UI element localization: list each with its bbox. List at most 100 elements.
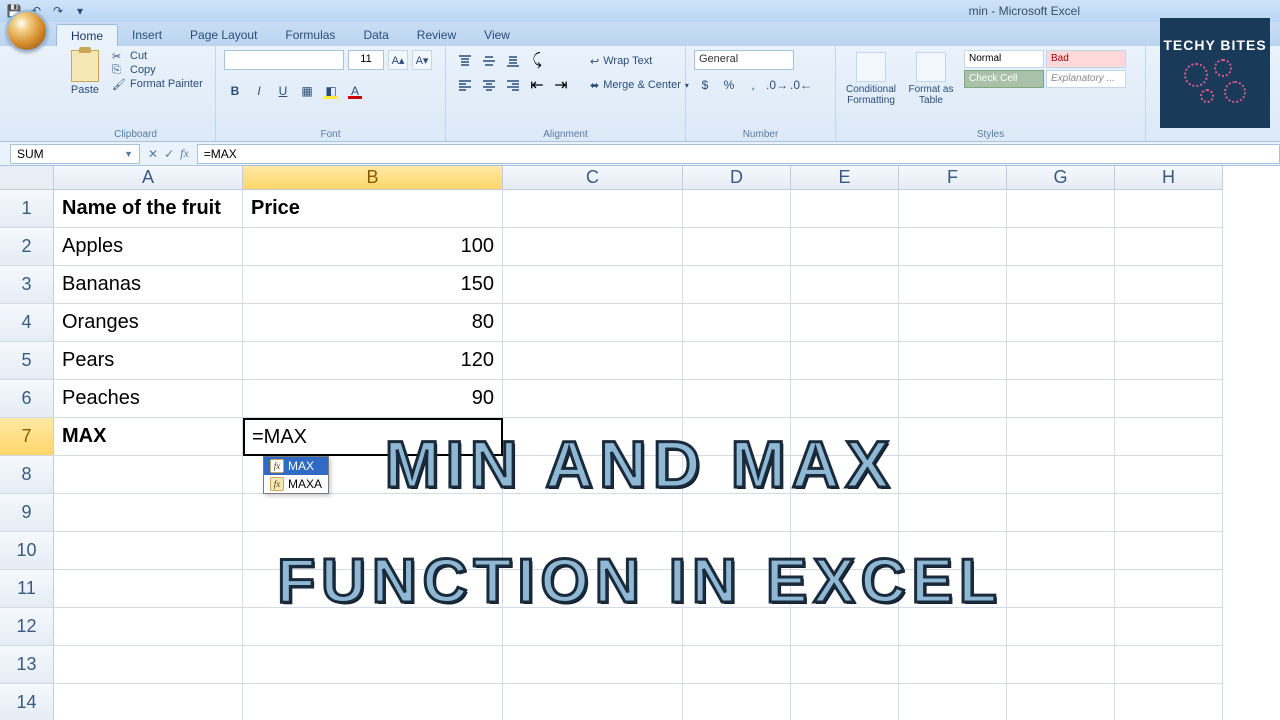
cell-A13[interactable] — [54, 646, 243, 684]
cell-H11[interactable] — [1115, 570, 1223, 608]
cell-C13[interactable] — [503, 646, 683, 684]
font-color-button[interactable]: A — [344, 80, 366, 102]
cell-D2[interactable] — [683, 228, 791, 266]
row-header-10[interactable]: 10 — [0, 532, 54, 570]
cell-A6[interactable]: Peaches — [54, 380, 243, 418]
fx-icon[interactable]: fx — [180, 146, 189, 161]
cell-H9[interactable] — [1115, 494, 1223, 532]
fill-color-button[interactable]: ◧ — [320, 80, 342, 102]
cell-D5[interactable] — [683, 342, 791, 380]
font-size-select[interactable]: 11 — [348, 50, 384, 70]
cell-H8[interactable] — [1115, 456, 1223, 494]
row-header-5[interactable]: 5 — [0, 342, 54, 380]
merge-center-button[interactable]: ⬌Merge & Center▾ — [586, 74, 693, 96]
cell-F12[interactable] — [899, 608, 1007, 646]
grow-font-button[interactable]: A▴ — [388, 50, 408, 70]
number-format-select[interactable]: General — [694, 50, 794, 70]
row-header-6[interactable]: 6 — [0, 380, 54, 418]
cell-E2[interactable] — [791, 228, 899, 266]
cell-A8[interactable] — [54, 456, 243, 494]
cell-F1[interactable] — [899, 190, 1007, 228]
row-header-8[interactable]: 8 — [0, 456, 54, 494]
font-name-select[interactable] — [224, 50, 344, 70]
cell-A4[interactable]: Oranges — [54, 304, 243, 342]
cell-B11[interactable] — [243, 570, 503, 608]
cell-A14[interactable] — [54, 684, 243, 720]
tab-home[interactable]: Home — [56, 24, 118, 46]
cell-H10[interactable] — [1115, 532, 1223, 570]
select-all-corner[interactable] — [0, 166, 54, 190]
cell-H12[interactable] — [1115, 608, 1223, 646]
cell-B3[interactable]: 150 — [243, 266, 503, 304]
row-header-2[interactable]: 2 — [0, 228, 54, 266]
name-box[interactable]: SUM ▼ — [10, 144, 140, 164]
cell-G7[interactable] — [1007, 418, 1115, 456]
column-header-H[interactable]: H — [1115, 166, 1223, 190]
row-header-14[interactable]: 14 — [0, 684, 54, 720]
cell-E8[interactable] — [791, 456, 899, 494]
cell-F2[interactable] — [899, 228, 1007, 266]
tab-page-layout[interactable]: Page Layout — [176, 24, 271, 46]
align-bottom-button[interactable] — [502, 50, 524, 72]
cell-E10[interactable] — [791, 532, 899, 570]
cell-B5[interactable]: 120 — [243, 342, 503, 380]
cell-style-bad[interactable]: Bad — [1046, 50, 1126, 68]
cell-G12[interactable] — [1007, 608, 1115, 646]
cell-A10[interactable] — [54, 532, 243, 570]
autocomplete-item-max[interactable]: fxMAX — [264, 457, 328, 475]
cell-E12[interactable] — [791, 608, 899, 646]
tab-insert[interactable]: Insert — [118, 24, 176, 46]
cell-C1[interactable] — [503, 190, 683, 228]
cell-F13[interactable] — [899, 646, 1007, 684]
cell-C10[interactable] — [503, 532, 683, 570]
underline-button[interactable]: U — [272, 80, 294, 102]
cell-F7[interactable] — [899, 418, 1007, 456]
cell-H1[interactable] — [1115, 190, 1223, 228]
cell-C8[interactable] — [503, 456, 683, 494]
increase-indent-button[interactable]: ⇥ — [550, 74, 572, 96]
cell-G11[interactable] — [1007, 570, 1115, 608]
row-header-9[interactable]: 9 — [0, 494, 54, 532]
row-header-1[interactable]: 1 — [0, 190, 54, 228]
cell-G4[interactable] — [1007, 304, 1115, 342]
cell-B6[interactable]: 90 — [243, 380, 503, 418]
qat-dropdown-icon[interactable]: ▾ — [72, 3, 88, 19]
cell-G6[interactable] — [1007, 380, 1115, 418]
cell-B14[interactable] — [243, 684, 503, 720]
cell-D13[interactable] — [683, 646, 791, 684]
cell-C14[interactable] — [503, 684, 683, 720]
cell-F11[interactable] — [899, 570, 1007, 608]
decrease-indent-button[interactable]: ⇤ — [526, 74, 548, 96]
align-right-button[interactable] — [502, 74, 524, 96]
cell-A3[interactable]: Bananas — [54, 266, 243, 304]
cell-F8[interactable] — [899, 456, 1007, 494]
copy-button[interactable]: ⎘Copy — [112, 64, 203, 76]
increase-decimal-button[interactable]: .0→ — [766, 74, 788, 96]
cell-C5[interactable] — [503, 342, 683, 380]
italic-button[interactable]: I — [248, 80, 270, 102]
percent-button[interactable]: % — [718, 74, 740, 96]
office-button[interactable] — [6, 10, 48, 52]
paste-button[interactable]: Paste — [64, 50, 106, 139]
cell-D9[interactable] — [683, 494, 791, 532]
tab-formulas[interactable]: Formulas — [271, 24, 349, 46]
comma-button[interactable]: , — [742, 74, 764, 96]
cell-B4[interactable]: 80 — [243, 304, 503, 342]
align-center-button[interactable] — [478, 74, 500, 96]
cell-D3[interactable] — [683, 266, 791, 304]
cell-G14[interactable] — [1007, 684, 1115, 720]
column-header-C[interactable]: C — [503, 166, 683, 190]
cell-A7[interactable]: MAX — [54, 418, 243, 456]
cell-B10[interactable] — [243, 532, 503, 570]
cell-B13[interactable] — [243, 646, 503, 684]
cell-H14[interactable] — [1115, 684, 1223, 720]
cell-E5[interactable] — [791, 342, 899, 380]
cell-H2[interactable] — [1115, 228, 1223, 266]
column-header-E[interactable]: E — [791, 166, 899, 190]
cell-G8[interactable] — [1007, 456, 1115, 494]
cell-H6[interactable] — [1115, 380, 1223, 418]
cell-D11[interactable] — [683, 570, 791, 608]
format-as-table-button[interactable]: Format as Table — [904, 50, 958, 139]
cell-A2[interactable]: Apples — [54, 228, 243, 266]
cell-E9[interactable] — [791, 494, 899, 532]
